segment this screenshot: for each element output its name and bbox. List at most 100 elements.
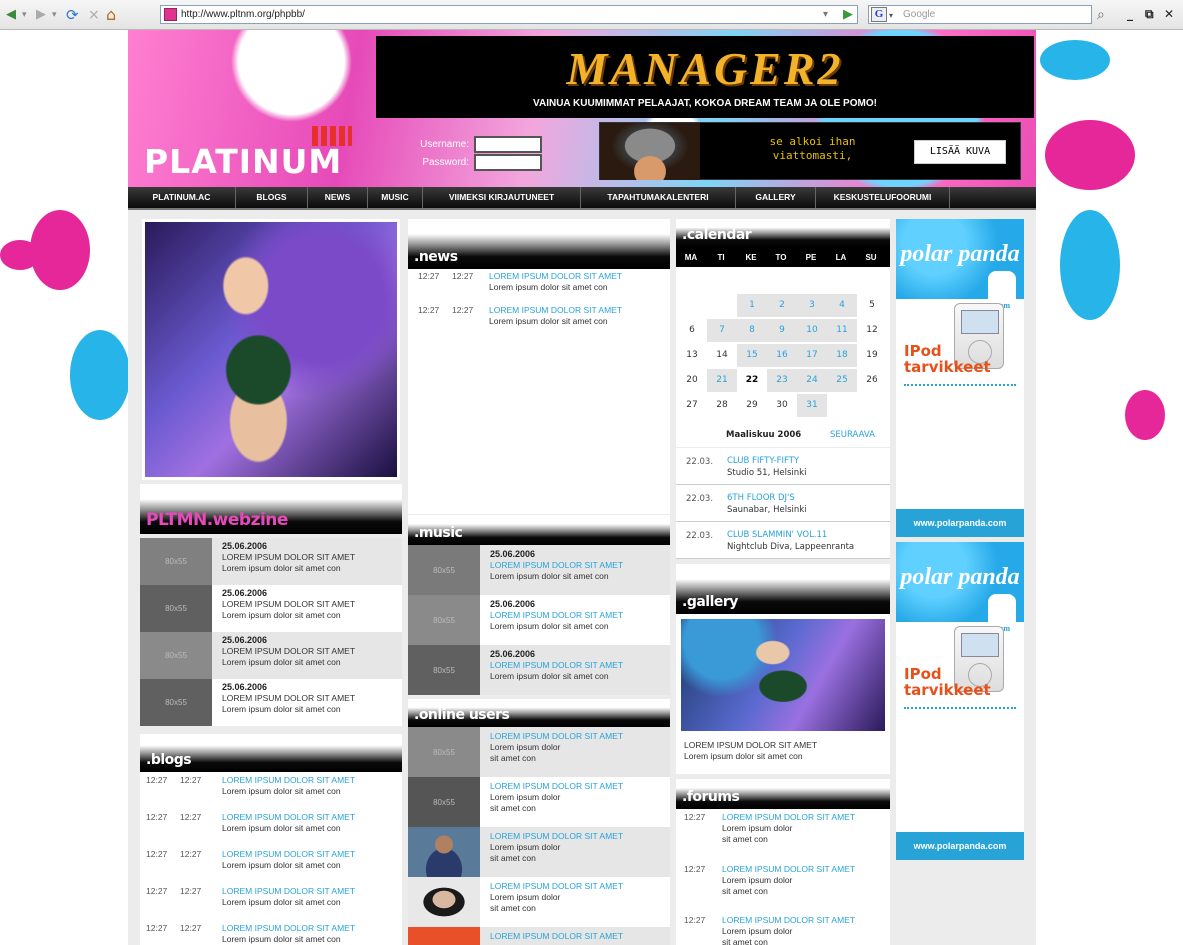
calendar-day[interactable]: 30 <box>767 394 797 417</box>
site-logo[interactable]: PLATINUM <box>144 142 342 181</box>
forward-button[interactable]: ▶ <box>36 7 46 23</box>
calendar-day[interactable]: 1 <box>737 294 767 317</box>
online-user-item[interactable]: LOREM IPSUM DOLOR SIT AMET <box>408 927 670 945</box>
news-item[interactable]: 12:27 12:27 LOREM IPSUM DOLOR SIT AMET L… <box>408 271 670 299</box>
music-title-link[interactable]: LOREM IPSUM DOLOR SIT AMET <box>490 560 623 570</box>
event-item[interactable]: 22.03. CLUB SLAMMIN' VOL.11 Nightclub Di… <box>676 522 890 559</box>
polarpanda-ad[interactable]: polar panda.com IPodtarvikkeet www.polar… <box>896 219 1024 537</box>
user-title-link[interactable]: LOREM IPSUM DOLOR SIT AMET <box>490 831 623 841</box>
music-title-link[interactable]: LOREM IPSUM DOLOR SIT AMET <box>490 660 623 670</box>
forum-item[interactable]: 12:27 LOREM IPSUM DOLOR SIT AMET Lorem i… <box>676 812 890 848</box>
nav-item-blogs[interactable]: BLOGS <box>236 187 308 208</box>
calendar-day[interactable]: 14 <box>707 344 737 367</box>
forum-title-link[interactable]: LOREM IPSUM DOLOR SIT AMET <box>722 812 855 822</box>
music-item[interactable]: 80x55 25.06.2006 LOREM IPSUM DOLOR SIT A… <box>408 595 670 645</box>
calendar-day[interactable]: 31 <box>797 394 827 417</box>
calendar-day[interactable]: 5 <box>857 294 887 317</box>
calendar-day[interactable]: 17 <box>797 344 827 367</box>
manager2-banner[interactable]: MANAGER2 VAINUA KUUMIMMAT PELAAJAT, KOKO… <box>376 36 1034 118</box>
viking-ad[interactable]: se alkoi ihan viattomasti, LISÄÄ KUVA <box>599 122 1021 180</box>
calendar-day[interactable]: 2 <box>767 294 797 317</box>
back-button[interactable]: ◀ <box>6 7 16 23</box>
blog-item[interactable]: 12:27 12:27 LOREM IPSUM DOLOR SIT AMET L… <box>140 812 402 842</box>
search-engine-icon[interactable]: G <box>871 7 887 22</box>
user-title-link[interactable]: LOREM IPSUM DOLOR SIT AMET <box>490 781 623 791</box>
calendar-day[interactable]: 3 <box>797 294 827 317</box>
back-dropdown-icon[interactable]: ▾ <box>22 7 27 23</box>
blog-item[interactable]: 12:27 12:27 LOREM IPSUM DOLOR SIT AMET L… <box>140 923 402 945</box>
blog-title-link[interactable]: LOREM IPSUM DOLOR SIT AMET <box>222 849 355 859</box>
online-user-item[interactable]: 80x55 LOREM IPSUM DOLOR SIT AMET Lorem i… <box>408 777 670 827</box>
refresh-button[interactable]: ⟳ <box>66 7 79 23</box>
calendar-day[interactable]: 12 <box>857 319 887 342</box>
blog-item[interactable]: 12:27 12:27 LOREM IPSUM DOLOR SIT AMET L… <box>140 775 402 805</box>
calendar-day[interactable]: 20 <box>677 369 707 392</box>
event-title-link[interactable]: 6TH FLOOR DJ'S <box>727 493 795 503</box>
calendar-day[interactable]: 4 <box>827 294 857 317</box>
news-title-link[interactable]: LOREM IPSUM DOLOR SIT AMET <box>489 305 622 315</box>
blog-item[interactable]: 12:27 12:27 LOREM IPSUM DOLOR SIT AMET L… <box>140 886 402 916</box>
polarpanda-ad[interactable]: polar panda.com IPodtarvikkeet www.polar… <box>896 542 1024 860</box>
calendar-day[interactable]: 10 <box>797 319 827 342</box>
event-title-link[interactable]: CLUB FIFTY-FIFTY <box>727 456 799 466</box>
news-title-link[interactable]: LOREM IPSUM DOLOR SIT AMET <box>489 271 622 281</box>
calendar-day[interactable]: 21 <box>707 369 737 392</box>
calendar-day[interactable]: 26 <box>857 369 887 392</box>
calendar-day[interactable]: 6 <box>677 319 707 342</box>
calendar-day[interactable]: 16 <box>767 344 797 367</box>
calendar-day[interactable]: 22 <box>737 369 767 392</box>
music-title-link[interactable]: LOREM IPSUM DOLOR SIT AMET <box>490 610 623 620</box>
calendar-day[interactable]: 18 <box>827 344 857 367</box>
online-user-item[interactable]: LOREM IPSUM DOLOR SIT AMET Lorem ipsum d… <box>408 877 670 927</box>
user-title-link[interactable]: LOREM IPSUM DOLOR SIT AMET <box>490 881 623 891</box>
nav-item-gallery[interactable]: GALLERY <box>736 187 816 208</box>
address-dropdown-icon[interactable]: ▾ <box>823 7 828 23</box>
user-title-link[interactable]: LOREM IPSUM DOLOR SIT AMET <box>490 731 623 741</box>
news-item[interactable]: 12:27 12:27 LOREM IPSUM DOLOR SIT AMET L… <box>408 305 670 333</box>
address-bar[interactable]: http://www.pltnm.org/phpbb/ <box>160 5 858 24</box>
blog-title-link[interactable]: LOREM IPSUM DOLOR SIT AMET <box>222 775 355 785</box>
calendar-day[interactable]: 9 <box>767 319 797 342</box>
calendar-day[interactable]: 19 <box>857 344 887 367</box>
event-title-link[interactable]: CLUB SLAMMIN' VOL.11 <box>727 530 827 540</box>
blog-title-link[interactable]: LOREM IPSUM DOLOR SIT AMET <box>222 923 355 933</box>
blog-title-link[interactable]: LOREM IPSUM DOLOR SIT AMET <box>222 812 355 822</box>
music-item[interactable]: 80x55 25.06.2006 LOREM IPSUM DOLOR SIT A… <box>408 645 670 695</box>
calendar-day[interactable]: 8 <box>737 319 767 342</box>
nav-item-latest-logins[interactable]: VIIMEKSI KIRJAUTUNEET <box>423 187 581 208</box>
restore-button[interactable]: ⧉ <box>1145 7 1154 22</box>
username-field[interactable] <box>474 136 542 153</box>
search-button[interactable]: ⌕ <box>1097 7 1105 23</box>
nav-item-event-calendar[interactable]: TAPAHTUMAKALENTERI <box>581 187 736 208</box>
online-user-item[interactable]: 80x55 LOREM IPSUM DOLOR SIT AMET Lorem i… <box>408 727 670 777</box>
search-input[interactable]: G ▾ Google <box>868 5 1092 24</box>
nav-item-music[interactable]: MUSIC <box>368 187 423 208</box>
calendar-day[interactable]: 28 <box>707 394 737 417</box>
forward-dropdown-icon[interactable]: ▾ <box>52 7 57 23</box>
gallery-photo[interactable] <box>678 616 888 734</box>
go-button[interactable]: ▶ <box>843 7 853 23</box>
add-photo-button[interactable]: LISÄÄ KUVA <box>914 140 1006 164</box>
forum-item[interactable]: 12:27 LOREM IPSUM DOLOR SIT AMET Lorem i… <box>676 864 890 900</box>
featured-photo[interactable] <box>142 219 400 480</box>
password-field[interactable] <box>474 154 542 171</box>
calendar-day[interactable]: 27 <box>677 394 707 417</box>
webzine-item[interactable]: 80x55 25.06.2006 LOREM IPSUM DOLOR SIT A… <box>140 538 402 585</box>
calendar-day[interactable]: 7 <box>707 319 737 342</box>
nav-item-forum[interactable]: KESKUSTELUFOORUMI <box>816 187 950 208</box>
nav-item-news[interactable]: NEWS <box>308 187 368 208</box>
forum-item[interactable]: 12:27 LOREM IPSUM DOLOR SIT AMET Lorem i… <box>676 915 890 945</box>
polarpanda-url[interactable]: www.polarpanda.com <box>896 509 1024 537</box>
webzine-item[interactable]: 80x55 25.06.2006 LOREM IPSUM DOLOR SIT A… <box>140 679 402 726</box>
nav-item-platinum[interactable]: PLATINUM.AC <box>128 187 236 208</box>
music-item[interactable]: 80x55 25.06.2006 LOREM IPSUM DOLOR SIT A… <box>408 545 670 595</box>
minimize-button[interactable]: _ <box>1127 7 1133 21</box>
calendar-day[interactable]: 11 <box>827 319 857 342</box>
event-item[interactable]: 22.03. CLUB FIFTY-FIFTY Studio 51, Helsi… <box>676 448 890 485</box>
polarpanda-url[interactable]: www.polarpanda.com <box>896 832 1024 860</box>
calendar-day[interactable]: 15 <box>737 344 767 367</box>
calendar-day[interactable]: 29 <box>737 394 767 417</box>
blog-item[interactable]: 12:27 12:27 LOREM IPSUM DOLOR SIT AMET L… <box>140 849 402 879</box>
webzine-item[interactable]: 80x55 25.06.2006 LOREM IPSUM DOLOR SIT A… <box>140 632 402 679</box>
webzine-item[interactable]: 80x55 25.06.2006 LOREM IPSUM DOLOR SIT A… <box>140 585 402 632</box>
